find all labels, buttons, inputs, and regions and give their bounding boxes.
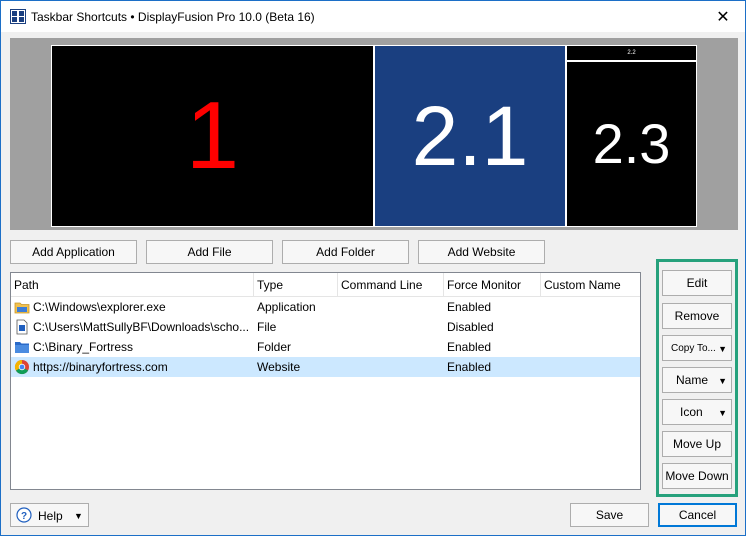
add-folder-button[interactable]: Add Folder [282, 240, 409, 264]
window-title: Taskbar Shortcuts • DisplayFusion Pro 10… [31, 10, 315, 24]
move-down-button[interactable]: Move Down [662, 463, 732, 489]
help-label: Help [38, 509, 63, 523]
copy-to-label: Copy To... [671, 342, 716, 354]
type-cell: File [257, 320, 277, 334]
title-bar: Taskbar Shortcuts • DisplayFusion Pro 10… [1, 1, 745, 32]
name-dropdown[interactable]: Name ▼ [662, 367, 732, 393]
help-icon: ? [16, 507, 32, 523]
monitor-label: 2.2 [627, 50, 636, 56]
table-row[interactable]: C:\Windows\explorer.exe Application Enab… [11, 297, 640, 317]
monitor-layout: 1 2.1 2.2 2.3 [10, 38, 738, 230]
chevron-down-icon: ▼ [718, 376, 727, 386]
remove-button[interactable]: Remove [662, 303, 732, 329]
save-button[interactable]: Save [570, 503, 649, 527]
displayfusion-app-icon [10, 9, 26, 24]
icon-dropdown[interactable]: Icon ▼ [662, 399, 732, 425]
edit-button[interactable]: Edit [662, 270, 732, 296]
path-cell: C:\Binary_Fortress [33, 340, 134, 354]
monitor-1[interactable]: 1 [51, 45, 374, 227]
close-icon: ✕ [716, 8, 730, 26]
name-label: Name [676, 373, 709, 387]
path-cell: C:\Users\MattSullyBF\Downloads\scho... [33, 320, 250, 334]
help-dropdown[interactable]: ? Help ▼ [10, 503, 89, 527]
explorer-folder-icon [14, 302, 30, 314]
path-cell: C:\Windows\explorer.exe [33, 300, 166, 314]
column-header-command-line[interactable]: Command Line [338, 273, 444, 297]
table-row[interactable]: C:\Users\MattSullyBF\Downloads\scho... F… [11, 317, 640, 337]
monitor-label: 2.3 [592, 112, 671, 175]
type-cell: Website [257, 360, 301, 374]
column-header-force-monitor[interactable]: Force Monitor [444, 273, 541, 297]
type-cell: Folder [257, 340, 292, 354]
table-row[interactable]: C:\Binary_Fortress Folder Enabled [11, 337, 640, 357]
table-row-selected[interactable]: https://binaryfortress.com Website Enabl… [11, 357, 640, 377]
file-icon [16, 319, 28, 335]
move-up-button[interactable]: Move Up [662, 431, 732, 457]
add-file-button[interactable]: Add File [146, 240, 273, 264]
add-website-button[interactable]: Add Website [418, 240, 545, 264]
svg-text:?: ? [21, 511, 27, 522]
monitor-2-2[interactable]: 2.2 [566, 45, 697, 61]
path-cell: https://binaryfortress.com [33, 360, 168, 374]
shortcuts-list[interactable]: Path Type Command Line Force Monitor Cus… [10, 272, 641, 490]
folder-icon [15, 342, 29, 353]
chrome-icon [14, 359, 29, 375]
cancel-button[interactable]: Cancel [658, 503, 737, 527]
copy-to-dropdown[interactable]: Copy To... ▼ [662, 335, 732, 361]
monitor-2-1[interactable]: 2.1 [374, 45, 566, 227]
actions-panel: Edit Remove Copy To... ▼ Name ▼ Icon ▼ M… [656, 259, 738, 497]
force-monitor-cell: Disabled [447, 320, 494, 334]
list-header: Path Type Command Line Force Monitor Cus… [11, 273, 640, 297]
monitor-2-3[interactable]: 2.3 [566, 61, 697, 227]
chevron-down-icon: ▼ [718, 344, 727, 354]
force-monitor-cell: Enabled [447, 340, 492, 354]
column-header-type[interactable]: Type [254, 273, 338, 297]
force-monitor-cell: Enabled [447, 300, 492, 314]
type-cell: Application [257, 300, 316, 314]
close-button[interactable]: ✕ [701, 1, 745, 32]
column-header-path[interactable]: Path [11, 273, 254, 297]
chevron-down-icon: ▼ [74, 511, 83, 521]
icon-label: Icon [680, 405, 703, 419]
force-monitor-cell: Enabled [447, 360, 492, 374]
monitor-label: 1 [185, 82, 240, 189]
add-application-button[interactable]: Add Application [10, 240, 137, 264]
chevron-down-icon: ▼ [718, 408, 727, 418]
column-header-custom-name[interactable]: Custom Name [541, 273, 640, 297]
taskbar-shortcuts-window: Taskbar Shortcuts • DisplayFusion Pro 10… [0, 0, 746, 536]
monitor-label: 2.1 [411, 89, 529, 183]
